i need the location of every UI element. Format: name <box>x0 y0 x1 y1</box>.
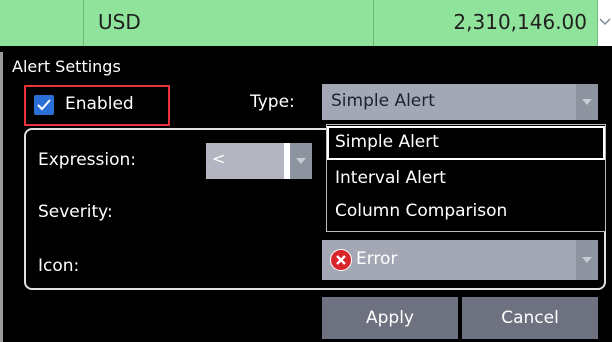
enabled-label[interactable]: Enabled <box>65 94 134 114</box>
enabled-checkbox[interactable] <box>34 95 54 115</box>
currency-text: USD <box>98 10 141 34</box>
severity-label: Severity: <box>38 202 113 222</box>
amount-text: 2,310,146.00 <box>453 10 587 34</box>
type-select[interactable]: Simple Alert <box>322 84 598 120</box>
icon-label: Icon: <box>38 256 80 276</box>
grid-cell-amount[interactable]: 2,310,146.00 <box>374 0 598 46</box>
grid-dropdown-button[interactable] <box>598 0 612 46</box>
expression-select-arrow[interactable] <box>290 143 312 179</box>
icon-select-arrow[interactable] <box>576 240 598 280</box>
expression-label: Expression: <box>38 150 137 170</box>
chevron-down-icon <box>296 158 306 164</box>
chevron-down-icon <box>582 257 592 263</box>
expression-select-value: < <box>212 149 226 168</box>
dropdown-option-column-comparison[interactable]: Column Comparison <box>327 195 605 229</box>
icon-select-value: Error <box>356 249 398 269</box>
type-select-value: Simple Alert <box>331 91 435 111</box>
apply-button[interactable]: Apply <box>322 297 458 339</box>
grid-row[interactable]: USD 2,310,146.00 <box>0 0 612 46</box>
type-select-arrow[interactable] <box>576 84 598 120</box>
panel-left-border <box>0 52 3 342</box>
grid-cell-currency[interactable]: USD <box>84 0 374 46</box>
type-dropdown-list: Simple Alert Interval Alert Column Compa… <box>326 124 606 232</box>
checkmark-icon <box>37 99 51 111</box>
section-title: Alert Settings <box>12 57 121 76</box>
icon-select[interactable]: Error <box>322 240 598 280</box>
dropdown-option-interval-alert[interactable]: Interval Alert <box>327 162 605 196</box>
dropdown-option-simple-alert[interactable]: Simple Alert <box>327 126 605 160</box>
type-label: Type: <box>250 92 295 112</box>
expression-select[interactable]: < <box>206 143 312 179</box>
chevron-down-icon <box>599 18 611 26</box>
cancel-button[interactable]: Cancel <box>462 297 598 339</box>
grid-cell-blank[interactable] <box>0 0 84 46</box>
error-x-icon <box>330 249 352 271</box>
chevron-down-icon <box>582 99 592 105</box>
